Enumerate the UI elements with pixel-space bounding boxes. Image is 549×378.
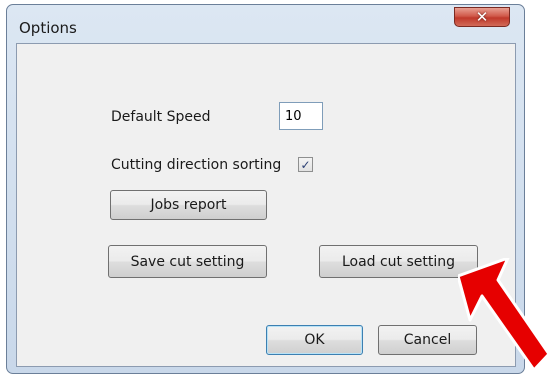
options-dialog: Options ✕ Default Speed Cutting directio… <box>6 4 525 374</box>
load-cut-setting-button[interactable]: Load cut setting <box>319 245 478 278</box>
default-speed-input[interactable] <box>279 102 323 130</box>
close-icon: ✕ <box>475 7 489 26</box>
screenshot: Options ✕ Default Speed Cutting directio… <box>0 0 549 378</box>
default-speed-label: Default Speed <box>111 109 211 125</box>
checkmark-icon: ✓ <box>300 157 311 172</box>
dialog-body: Default Speed Cutting direction sorting … <box>16 43 516 367</box>
cutting-direction-label: Cutting direction sorting <box>111 157 282 173</box>
close-button[interactable]: ✕ <box>454 7 510 27</box>
title-bar[interactable]: Options ✕ <box>7 5 524 43</box>
jobs-report-button[interactable]: Jobs report <box>110 190 267 220</box>
red-arrow-icon <box>458 258 549 372</box>
dialog-title: Options <box>19 19 77 37</box>
save-cut-setting-button[interactable]: Save cut setting <box>108 245 267 278</box>
cutting-direction-checkbox[interactable]: ✓ <box>298 157 313 172</box>
ok-button[interactable]: OK <box>266 325 363 355</box>
